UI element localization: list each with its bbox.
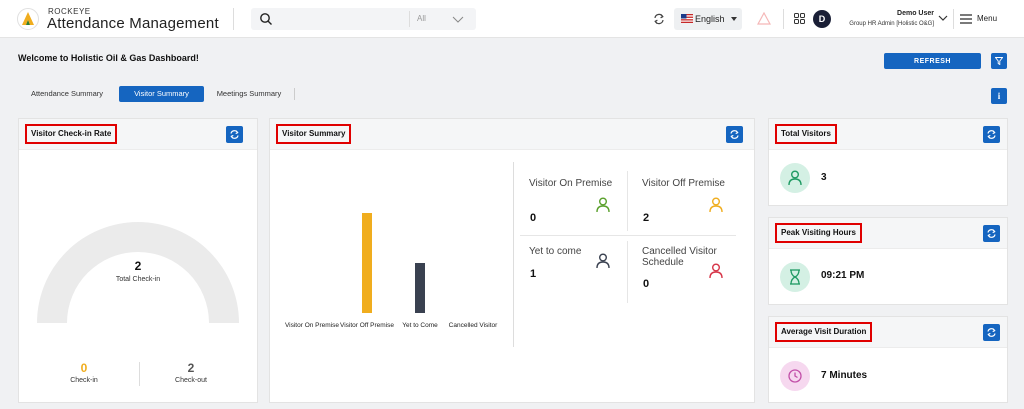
chevron-down-icon[interactable] [452, 14, 464, 24]
card-header: Peak Visiting Hours [769, 218, 1007, 249]
us-flag-icon [681, 14, 693, 23]
search-divider [409, 11, 410, 27]
chart-category-label: Yet to Come [402, 322, 438, 329]
caret-down-icon [731, 17, 737, 21]
sync-icon[interactable] [652, 12, 666, 26]
chart-bar [362, 213, 372, 313]
refresh-icon [987, 229, 996, 238]
tab-divider [294, 88, 295, 100]
card-header: Total Visitors [769, 119, 1007, 150]
tab-visitor-summary[interactable]: Visitor Summary [119, 86, 204, 102]
card-header: Average Visit Duration [769, 317, 1007, 348]
alert-triangle-icon[interactable] [757, 12, 771, 25]
refresh-icon [730, 130, 739, 139]
filter-button[interactable] [991, 53, 1007, 69]
apps-grid-icon[interactable] [794, 13, 805, 24]
person-icon [788, 170, 802, 186]
stat-divider [520, 235, 736, 236]
avg-duration-value: 7 Minutes [821, 370, 868, 381]
checkin-divider [139, 362, 140, 386]
hourglass-icon [790, 269, 800, 285]
stat-value-cancelled: 0 [643, 278, 650, 290]
info-button[interactable]: i [991, 88, 1007, 104]
card-refresh-button[interactable] [983, 126, 1000, 143]
app-title: Attendance Management [47, 15, 219, 32]
stat-value-off-premise: 2 [643, 212, 650, 224]
refresh-icon [987, 130, 996, 139]
refresh-icon [987, 328, 996, 337]
avatar[interactable]: D [813, 10, 831, 28]
card-title: Average Visit Duration [775, 322, 873, 342]
card-title: Peak Visiting Hours [775, 223, 862, 243]
chart-category-label: Cancelled Visitor [448, 322, 498, 329]
total-checkin-value: 2 [134, 259, 142, 273]
stat-value-yet-to-come: 1 [530, 268, 537, 280]
user-role: Group HR Admin [Holistic O&G] [849, 21, 934, 27]
menu-button[interactable]: Menu [977, 14, 997, 23]
total-checkin-label: Total Check-in [115, 276, 161, 283]
card-header: Visitor Check-in Rate [19, 119, 257, 150]
chart-divider [513, 162, 514, 347]
card-title: Visitor Summary [276, 124, 352, 144]
checkout-label: Check-out [175, 377, 207, 384]
card-refresh-button[interactable] [983, 225, 1000, 242]
stat-divider [627, 171, 628, 231]
card-header: Visitor Summary [270, 119, 754, 150]
person-dark-icon [596, 253, 610, 269]
stat-label-cancelled: Cancelled Visitor Schedule [642, 246, 717, 268]
filter-icon [995, 57, 1003, 65]
stat-label-on-premise: Visitor On Premise [529, 178, 613, 189]
tab-meetings-summary[interactable]: Meetings Summary [208, 86, 290, 102]
total-visitors-card: Total Visitors 3 [768, 118, 1008, 206]
person-yellow-icon [709, 197, 723, 213]
chart-bar [415, 263, 425, 313]
user-name[interactable]: Demo User [897, 10, 934, 17]
avg-duration-card: Average Visit Duration 7 Minutes [768, 316, 1008, 403]
checkin-rate-card: Visitor Check-in Rate 2 Total Check-in 0… [18, 118, 258, 403]
refresh-button[interactable]: REFRESH [884, 53, 981, 69]
header-divider [783, 9, 784, 29]
search-bar[interactable]: All [251, 8, 476, 30]
tab-attendance-summary[interactable]: Attendance Summary [18, 86, 116, 102]
person-red-icon [709, 263, 723, 279]
search-scope-select[interactable]: All [417, 14, 426, 23]
language-label: English [695, 14, 725, 24]
total-visitors-icon-circle [780, 163, 810, 193]
stat-divider [627, 241, 628, 303]
peak-hours-icon-circle [780, 262, 810, 292]
visitor-summary-card: Visitor Summary Visitor On Premise Visito… [269, 118, 755, 403]
person-green-icon [596, 197, 610, 213]
clock-icon [788, 369, 802, 383]
card-refresh-button[interactable] [226, 126, 243, 143]
stat-label-off-premise: Visitor Off Premise [642, 178, 725, 189]
avg-duration-icon-circle [780, 361, 810, 391]
hamburger-menu-icon[interactable] [960, 14, 972, 24]
peak-hours-value: 09:21 PM [821, 270, 865, 281]
search-icon [260, 13, 272, 25]
checkout-value: 2 [187, 361, 195, 375]
page-title: Welcome to Holistic Oil & Gas Dashboard! [18, 53, 199, 63]
peak-hours-card: Peak Visiting Hours 09:21 PM [768, 217, 1008, 305]
chevron-down-icon[interactable] [938, 14, 948, 22]
header-divider [953, 9, 954, 29]
card-title: Visitor Check-in Rate [25, 124, 118, 144]
card-title: Total Visitors [775, 124, 837, 144]
card-refresh-button[interactable] [983, 324, 1000, 341]
language-select[interactable]: English [674, 8, 742, 30]
rockeye-logo-icon [17, 8, 39, 30]
checkin-value: 0 [80, 361, 88, 375]
checkin-label: Check-in [70, 377, 98, 384]
top-bar: ROCKEYE Attendance Management All Englis… [0, 0, 1024, 38]
card-refresh-button[interactable] [726, 126, 743, 143]
chart-category-label: Visitor On Premise [284, 322, 340, 329]
chart-category-label: Visitor Off Premise [340, 322, 394, 329]
total-visitors-value: 3 [821, 172, 827, 183]
header-divider [233, 8, 234, 30]
refresh-icon [230, 130, 239, 139]
stat-value-on-premise: 0 [530, 212, 537, 224]
